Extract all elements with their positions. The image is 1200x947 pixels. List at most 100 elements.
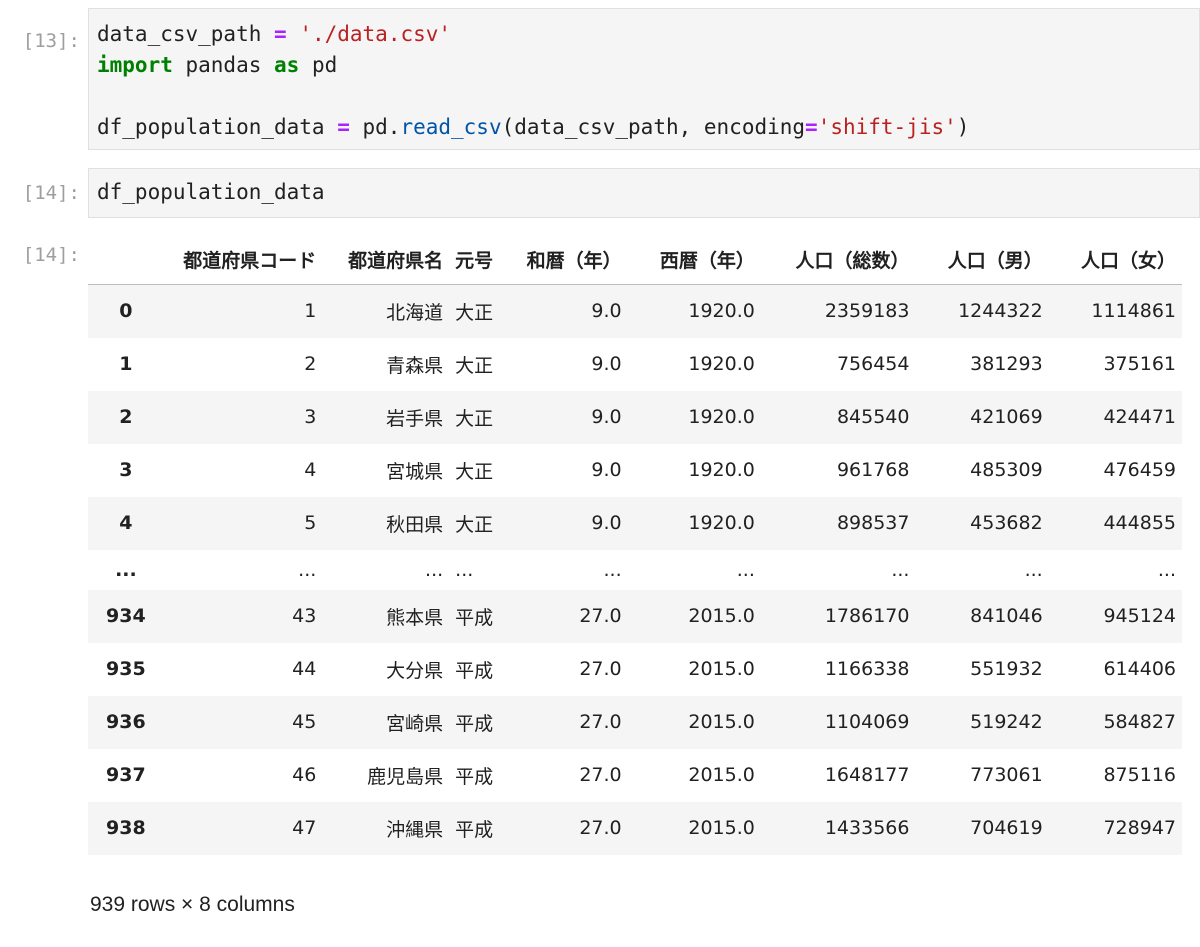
table-cell: 2359183 [824, 300, 910, 323]
table-cell: 平成 [455, 818, 494, 841]
table-cell: 375161 [1103, 353, 1176, 375]
row-index: 0 [119, 300, 133, 323]
table-cell: 27.0 [579, 605, 622, 627]
table-cell: 485309 [970, 459, 1043, 481]
table-cell: 岩手県 [386, 407, 444, 430]
code-line: import pandas as pd [97, 50, 1191, 81]
table-cell: 大正 [455, 407, 494, 430]
index-header [88, 238, 164, 285]
row-index: 935 [106, 658, 146, 680]
table-cell: 9.0 [591, 459, 622, 481]
table-cell: 961768 [836, 459, 910, 481]
table-cell: 沖縄県 [386, 818, 444, 841]
table-cell: ... [455, 558, 474, 581]
table-cell: 大正 [455, 513, 494, 536]
table-cell: 45 [292, 711, 317, 733]
table-cell: 424471 [1103, 406, 1176, 428]
table-cell: 9.0 [591, 300, 622, 323]
table-cell: 大正 [455, 460, 494, 483]
column-header: 西暦（年） [627, 238, 761, 285]
column-header: 人口（総数） [760, 238, 916, 285]
table-cell: 大正 [455, 354, 494, 377]
code-token: 'shift-jis' [817, 115, 957, 139]
table-cell: 728947 [1103, 817, 1176, 839]
table-cell: 43 [292, 605, 317, 627]
code-token: ) [956, 115, 970, 139]
table-cell: 4 [304, 459, 317, 481]
row-index: 937 [106, 764, 146, 786]
table-cell: ... [1024, 558, 1043, 581]
table-row: 1 2 青森県 大正 9.0 1920.0 756454 381293 375161 [88, 338, 1182, 391]
table-cell: 44 [292, 658, 317, 680]
table-row: 937 46 鹿児島県 平成 27.0 2015.0 1648177 773061 875116 [88, 749, 1182, 802]
table-cell: 大正 [455, 301, 494, 324]
code-line: data_csv_path = './data.csv' [97, 19, 1191, 50]
table-cell: ... [425, 558, 444, 581]
table-cell: 704619 [970, 817, 1043, 839]
table-cell: 1920.0 [688, 459, 755, 481]
table-row: ........................... [88, 550, 1182, 590]
code-cell-14[interactable]: [14]: df_population_data [0, 168, 1200, 220]
table-cell: 青森県 [386, 354, 444, 377]
table-cell: 鹿児島県 [367, 765, 444, 788]
table-cell: 476459 [1103, 459, 1176, 481]
table-cell: 1104069 [824, 711, 910, 733]
code-token: import [97, 53, 173, 77]
table-cell: 平成 [455, 765, 494, 788]
table-header-row: 都道府県コード 都道府県名 元号 和暦（年） 西暦（年） 人口（総数） 人口（男… [88, 238, 1182, 285]
code-token: pd. [349, 115, 401, 139]
table-cell: 46 [292, 764, 317, 786]
table-cell: 5 [304, 512, 317, 534]
table-cell: 27.0 [579, 764, 622, 786]
table-cell: 27.0 [579, 658, 622, 680]
table-cell: 381293 [970, 353, 1043, 375]
table-cell: 1244322 [958, 300, 1043, 323]
table-cell: 1114861 [1091, 300, 1176, 323]
table-cell: 9.0 [591, 406, 622, 428]
code-token: (data_csv_path, encoding [501, 115, 806, 139]
column-header: 元号 [449, 238, 509, 285]
table-cell: ... [891, 558, 910, 581]
table-cell: 宮城県 [386, 460, 444, 483]
code-cell-13[interactable]: [13]: data_csv_path = './data.csv' import… [0, 8, 1200, 150]
code-editor[interactable]: data_csv_path = './data.csv' import panda… [88, 8, 1200, 150]
row-index: 2 [119, 406, 133, 428]
code-token: data_csv_path [97, 22, 275, 46]
table-cell: 平成 [455, 659, 494, 682]
table-cell: ... [298, 558, 317, 581]
table-row: 2 3 岩手県 大正 9.0 1920.0 845540 421069 424471 [88, 390, 1182, 444]
table-cell: 2 [304, 353, 317, 375]
row-index: 938 [106, 817, 146, 839]
row-index: 4 [119, 512, 133, 534]
table-cell: 421069 [970, 406, 1043, 428]
table-cell: 2015.0 [688, 764, 755, 786]
table-cell: 9.0 [591, 353, 622, 375]
table-cell: 2015.0 [688, 711, 755, 733]
row-index: 934 [106, 605, 146, 627]
table-cell: 2015.0 [688, 817, 755, 839]
cell-prompt: [14]: [22, 182, 80, 204]
output-cell-14: [14]: 都道府県コード 都道府県名 元号 和暦（年） 西暦（年） 人口（総数… [0, 238, 1200, 938]
code-editor[interactable]: df_population_data [88, 168, 1200, 218]
table-cell: 47 [292, 817, 317, 839]
table-cell: 3 [304, 406, 317, 428]
table-cell: 2015.0 [688, 605, 755, 627]
table-cell: 519242 [970, 711, 1043, 733]
row-index: 936 [106, 711, 146, 733]
output-prompt: [14]: [22, 244, 80, 266]
table-cell: 平成 [455, 606, 494, 629]
table-row: 934 43 熊本県 平成 27.0 2015.0 1786170 841046 945124 [88, 589, 1182, 643]
table-cell: 2015.0 [688, 658, 755, 680]
table-cell: 1433566 [824, 817, 910, 839]
dataframe-summary: 939 rows × 8 columns [90, 893, 295, 916]
table-row: 3 4 宮城県 大正 9.0 1920.0 961768 485309 476459 [88, 444, 1182, 497]
table-cell: 551932 [970, 658, 1043, 680]
column-header: 都道府県名 [322, 238, 450, 285]
table-cell: 453682 [970, 512, 1043, 534]
table-row: 0 1 北海道 大正 9.0 1920.0 2359183 1244322 1114861 [88, 284, 1182, 338]
code-token: read_csv [400, 115, 502, 139]
table-cell: 898537 [836, 512, 910, 534]
table-cell: 大分県 [386, 659, 444, 682]
table-cell: 秋田県 [386, 513, 444, 536]
